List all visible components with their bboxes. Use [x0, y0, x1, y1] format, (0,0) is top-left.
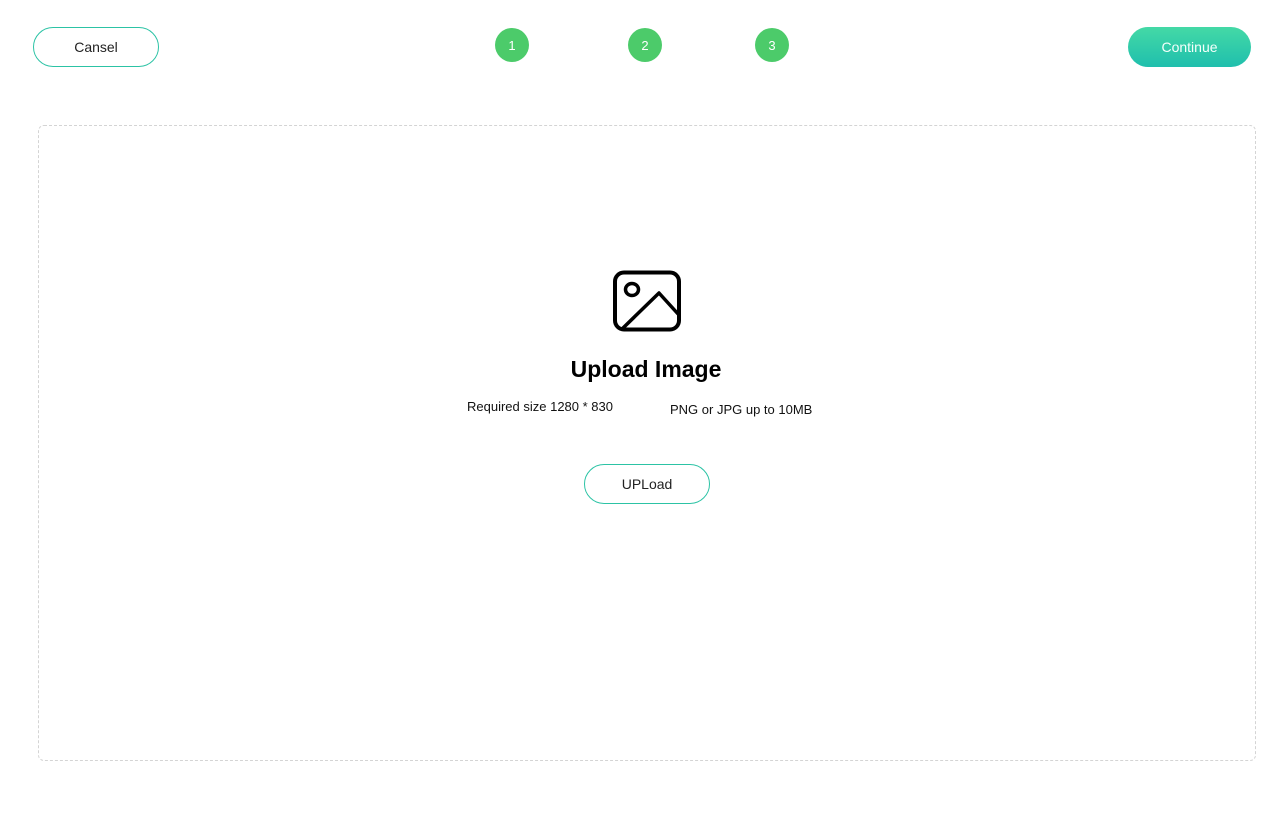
step-3[interactable]: 3 [755, 28, 789, 62]
step-3-number: 3 [768, 37, 776, 53]
image-icon [613, 270, 681, 332]
step-2[interactable]: 2 [628, 28, 662, 62]
upload-title: Upload Image [570, 356, 722, 382]
cancel-button-label: Cansel [74, 39, 118, 55]
step-1-number: 1 [508, 37, 516, 53]
step-1[interactable]: 1 [495, 28, 529, 62]
upload-dropzone[interactable] [38, 125, 1256, 761]
file-types-text: PNG or JPG up to 10MB [670, 402, 813, 417]
upload-button[interactable]: UPLoad [584, 464, 710, 504]
continue-button[interactable]: Continue [1128, 27, 1251, 67]
step-2-number: 2 [641, 37, 649, 53]
continue-button-label: Continue [1161, 39, 1218, 55]
required-size-text: Required size 1280 * 830 [467, 399, 613, 414]
cancel-button[interactable]: Cansel [33, 27, 159, 67]
upload-button-label: UPLoad [621, 476, 673, 492]
